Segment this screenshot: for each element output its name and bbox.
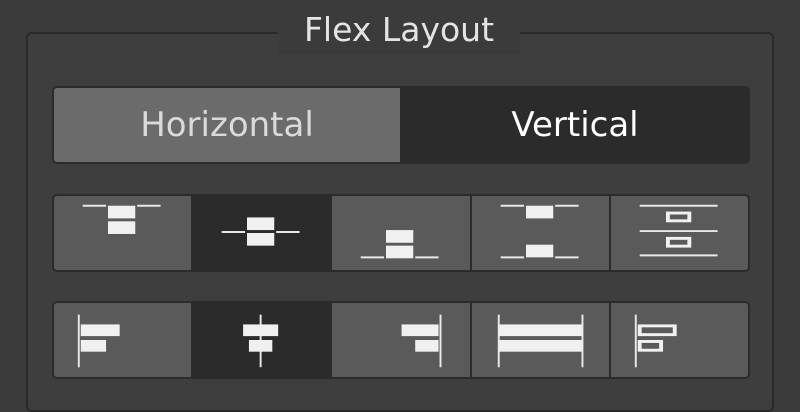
align-start-button[interactable] [54, 303, 194, 377]
justify-space-between-button[interactable] [471, 196, 611, 270]
vertical-button[interactable]: Vertical [402, 88, 748, 162]
panel-title: Flex Layout [278, 6, 520, 54]
justify-end-button[interactable] [332, 196, 472, 270]
align-baseline-button[interactable] [610, 303, 748, 377]
align-stretch-button[interactable] [471, 303, 611, 377]
justify-center-icon [221, 217, 300, 246]
align-start-icon [77, 314, 120, 368]
align-end-button[interactable] [332, 303, 472, 377]
align-center-button[interactable] [193, 303, 333, 377]
justify-space-between-icon [500, 204, 579, 259]
justify-start-button[interactable] [54, 196, 194, 270]
justify-end-icon [361, 230, 439, 259]
direction-toggle: Horizontal Vertical [52, 86, 750, 164]
align-baseline-icon [634, 314, 677, 368]
align-end-icon [401, 314, 442, 368]
align-center-icon [243, 314, 279, 368]
justify-start-icon [82, 204, 161, 234]
justify-content-row [52, 194, 750, 272]
justify-space-around-button[interactable] [610, 196, 748, 270]
align-items-row [52, 301, 750, 379]
justify-center-button[interactable] [193, 196, 333, 270]
align-stretch-icon [497, 314, 584, 368]
horizontal-button[interactable]: Horizontal [54, 88, 402, 162]
justify-space-around-icon [639, 204, 718, 257]
